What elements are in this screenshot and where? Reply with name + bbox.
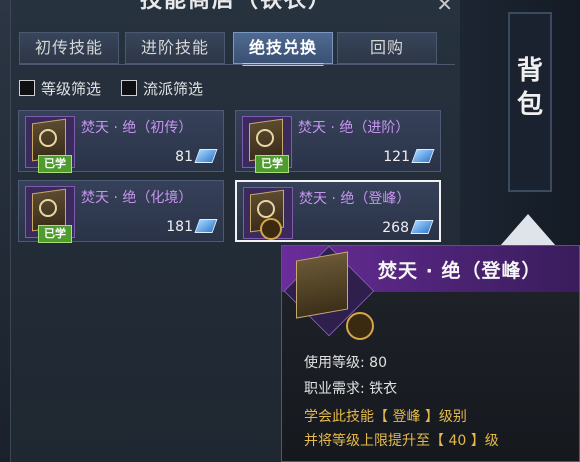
skill-item-card[interactable]: 已学 焚天 · 绝（初传） 81 bbox=[18, 110, 224, 173]
learned-badge: 已学 bbox=[255, 155, 289, 173]
close-icon[interactable]: ✕ bbox=[436, 0, 453, 16]
book-icon: 已学 bbox=[25, 186, 75, 243]
shop-title: 技能商店（铁衣） bbox=[139, 0, 332, 13]
skill-item-card[interactable]: 已学 焚天 · 绝（进阶） 121 bbox=[235, 110, 441, 173]
class-requirement-value: 铁衣 bbox=[369, 381, 398, 397]
gem-icon bbox=[194, 219, 218, 233]
school-filter-label: 流派筛选 bbox=[143, 79, 204, 98]
bag-label-bottom: 包 bbox=[516, 90, 543, 120]
book-emblem-icon bbox=[39, 129, 57, 147]
learned-badge: 已学 bbox=[38, 155, 72, 173]
coin-icon bbox=[260, 218, 282, 240]
use-level-line: 使用等级: 80 bbox=[304, 352, 387, 372]
item-price: 81 bbox=[175, 149, 193, 165]
school-filter[interactable]: 流派筛选 bbox=[121, 78, 203, 98]
level-filter-label: 等级筛选 bbox=[41, 79, 102, 98]
tooltip-title: 焚天 · 绝（登峰） bbox=[378, 260, 542, 282]
item-name: 焚天 · 绝（初传） bbox=[81, 120, 193, 136]
use-level-key: 使用等级: bbox=[304, 355, 370, 371]
gem-icon bbox=[411, 149, 435, 163]
item-price: 181 bbox=[166, 219, 193, 235]
triangle-icon bbox=[500, 214, 556, 246]
tab-buyback[interactable]: 回购 bbox=[337, 32, 437, 64]
school-filter-checkbox[interactable] bbox=[121, 80, 137, 96]
learned-badge: 已学 bbox=[38, 225, 72, 243]
level-filter-checkbox[interactable] bbox=[19, 80, 35, 96]
book-emblem-icon bbox=[257, 200, 275, 218]
skill-item-card[interactable]: 已学 焚天 · 绝（化境） 181 bbox=[18, 180, 224, 243]
item-name: 焚天 · 绝（登峰） bbox=[299, 191, 411, 207]
item-name: 焚天 · 绝（进阶） bbox=[298, 120, 410, 136]
use-level-value: 80 bbox=[369, 355, 387, 371]
tab-ultimate-exchange[interactable]: 绝技兑换 bbox=[233, 32, 333, 66]
skill-item-card-selected[interactable]: 焚天 · 绝（登峰） 268 bbox=[235, 180, 441, 242]
tab-advanced-skills[interactable]: 进阶技能 bbox=[125, 32, 225, 64]
book-emblem-icon bbox=[256, 129, 274, 147]
item-price: 121 bbox=[383, 149, 410, 165]
level-filter[interactable]: 等级筛选 bbox=[19, 78, 101, 98]
tab-initial-skills[interactable]: 初传技能 bbox=[19, 32, 119, 64]
item-tooltip: 焚天 · 绝（登峰） 使用等级: 80 职业需求: 铁衣 学会此技能【 登峰 】… bbox=[281, 245, 580, 462]
description-line-2: 并将等级上限提升至【 40 】级 bbox=[304, 433, 499, 449]
bag-label: 背 包 bbox=[510, 54, 550, 122]
gem-icon bbox=[194, 149, 218, 163]
book-icon: 已学 bbox=[25, 116, 75, 173]
tab-divider bbox=[19, 64, 455, 65]
book-icon: 已学 bbox=[242, 116, 292, 173]
item-price: 268 bbox=[382, 220, 409, 236]
bag-button[interactable]: 背 包 bbox=[508, 12, 552, 192]
item-name: 焚天 · 绝（化境） bbox=[81, 190, 193, 206]
book-icon bbox=[243, 187, 293, 240]
gem-icon bbox=[410, 220, 434, 234]
description-line-1: 学会此技能【 登峰 】级别 bbox=[304, 409, 467, 425]
coin-icon bbox=[346, 312, 374, 340]
book-icon bbox=[296, 251, 348, 319]
bag-label-top: 背 bbox=[516, 56, 543, 86]
book-emblem-icon bbox=[39, 199, 57, 217]
class-requirement-line: 职业需求: 铁衣 bbox=[304, 378, 397, 398]
class-requirement-key: 职业需求: bbox=[304, 381, 370, 397]
